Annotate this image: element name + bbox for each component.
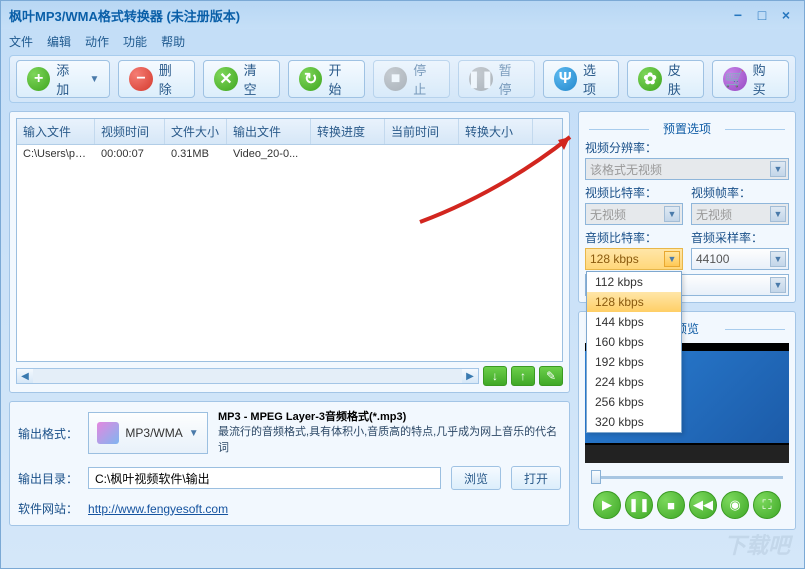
bitrate-option[interactable]: 144 kbps — [587, 312, 681, 332]
format-description: MP3 - MPEG Layer-3音频格式(*.mp3) 最流行的音频格式,具… — [218, 410, 561, 456]
preset-title: 预置选项 — [585, 118, 789, 139]
seek-slider[interactable] — [585, 467, 789, 487]
menu-file[interactable]: 文件 — [9, 33, 33, 50]
output-panel: 输出格式： MP3/WMA ▼ MP3 - MPEG Layer-3音频格式(*… — [9, 401, 570, 526]
music-icon — [97, 422, 119, 444]
chevron-down-icon: ▼ — [189, 428, 199, 439]
chevron-down-icon: ▼ — [770, 206, 786, 222]
video-fps-label: 视频帧率： — [691, 184, 789, 201]
th-time[interactable]: 当前时间 — [385, 119, 459, 144]
preview-bar — [585, 445, 789, 463]
chevron-down-icon: ▼ — [664, 251, 680, 267]
audio-sample-select[interactable]: 44100▼ — [691, 248, 789, 270]
pause-preview-button[interactable]: ❚❚ — [625, 491, 653, 519]
video-res-select: 该格式无视频▼ — [585, 158, 789, 180]
video-bitrate-select: 无视频▼ — [585, 203, 683, 225]
prev-frame-button[interactable]: ◀◀ — [689, 491, 717, 519]
bitrate-option[interactable]: 192 kbps — [587, 352, 681, 372]
file-table-panel: 输入文件 视频时间 文件大小 输出文件 转换进度 当前时间 转换大小 C:\Us… — [9, 111, 570, 393]
scroll-right-icon[interactable]: ▶ — [462, 369, 478, 383]
slider-thumb[interactable] — [591, 470, 601, 484]
bitrate-option[interactable]: 128 kbps — [587, 292, 681, 312]
minimize-button[interactable]: − — [728, 7, 748, 23]
pause-button: ❚❚暂停 — [458, 60, 535, 98]
menu-action[interactable]: 动作 — [85, 33, 109, 50]
play-button[interactable]: ▶ — [593, 491, 621, 519]
th-duration[interactable]: 视频时间 — [95, 119, 165, 144]
delete-button[interactable]: −删除 — [118, 60, 195, 98]
menu-edit[interactable]: 编辑 — [47, 33, 71, 50]
clear-button[interactable]: ✕清空 — [203, 60, 280, 98]
video-res-label: 视频分辨率： — [585, 139, 789, 156]
format-selector[interactable]: MP3/WMA ▼ — [88, 412, 208, 454]
chevron-down-icon: ▼ — [770, 251, 786, 267]
menubar: 文件 编辑 动作 功能 帮助 — [1, 29, 804, 53]
bitrate-option[interactable]: 320 kbps — [587, 412, 681, 432]
stop-preview-button[interactable]: ■ — [657, 491, 685, 519]
chevron-down-icon: ▼ — [664, 206, 680, 222]
preset-panel: 预置选项 视频分辨率： 该格式无视频▼ 视频比特率： 无视频▼ 视频帧率： 无视频▼… — [578, 111, 796, 303]
toolbar: +添加▼ −删除 ✕清空 ↻开始 ■停止 ❚❚暂停 Ψ选项 ✿皮肤 🛒购买 — [9, 55, 796, 103]
plus-icon: + — [27, 67, 50, 91]
options-button[interactable]: Ψ选项 — [543, 60, 620, 98]
cart-icon: 🛒 — [723, 67, 746, 91]
apple-icon: ✿ — [638, 67, 661, 91]
audio-bitrate-select[interactable]: 128 kbps▼ 112 kbps 128 kbps 144 kbps 160… — [585, 248, 683, 270]
maximize-button[interactable]: □ — [752, 7, 772, 23]
menu-help[interactable]: 帮助 — [161, 33, 185, 50]
clear-icon: ✕ — [214, 67, 237, 91]
browse-button[interactable]: 浏览 — [451, 466, 501, 490]
th-input[interactable]: 输入文件 — [17, 119, 95, 144]
edit-button[interactable]: ✎ — [539, 366, 563, 386]
minus-icon: − — [129, 67, 152, 91]
dir-label: 输出目录： — [18, 470, 78, 487]
snapshot-button[interactable]: ◉ — [721, 491, 749, 519]
bitrate-option[interactable]: 256 kbps — [587, 392, 681, 412]
th-convsize[interactable]: 转换大小 — [459, 119, 533, 144]
audio-bitrate-label: 音频比特率： — [585, 229, 683, 246]
audio-sample-label: 音频采样率： — [691, 229, 789, 246]
bitrate-option[interactable]: 112 kbps — [587, 272, 681, 292]
buy-button[interactable]: 🛒购买 — [712, 60, 789, 98]
chevron-down-icon: ▼ — [770, 161, 786, 177]
open-button[interactable]: 打开 — [511, 466, 561, 490]
add-button[interactable]: +添加▼ — [16, 60, 110, 98]
stop-icon: ■ — [384, 67, 407, 91]
refresh-icon: ↻ — [299, 67, 322, 91]
menu-function[interactable]: 功能 — [123, 33, 147, 50]
skin-button[interactable]: ✿皮肤 — [627, 60, 704, 98]
move-down-button[interactable]: ↓ — [483, 366, 507, 386]
format-label: 输出格式： — [18, 425, 78, 442]
th-output[interactable]: 输出文件 — [227, 119, 311, 144]
bitrate-option[interactable]: 224 kbps — [587, 372, 681, 392]
start-button[interactable]: ↻开始 — [288, 60, 365, 98]
th-size[interactable]: 文件大小 — [165, 119, 227, 144]
app-title: 枫叶MP3/WMA格式转换器 (未注册版本) — [9, 6, 240, 25]
site-label: 软件网站： — [18, 500, 78, 517]
video-fps-select: 无视频▼ — [691, 203, 789, 225]
file-table[interactable]: 输入文件 视频时间 文件大小 输出文件 转换进度 当前时间 转换大小 C:\Us… — [16, 118, 563, 362]
table-row[interactable]: C:\Users\pc\... 00:00:07 0.31MB Video_20… — [17, 145, 562, 163]
close-button[interactable]: × — [776, 7, 796, 23]
titlebar: 枫叶MP3/WMA格式转换器 (未注册版本) − □ × — [1, 1, 804, 29]
watermark: 下载吧 — [724, 528, 790, 560]
stop-button: ■停止 — [373, 60, 450, 98]
video-bitrate-label: 视频比特率： — [585, 184, 683, 201]
chevron-down-icon: ▼ — [770, 277, 786, 293]
scroll-left-icon[interactable]: ◀ — [17, 369, 33, 383]
pause-icon: ❚❚ — [469, 67, 493, 91]
output-dir-input[interactable] — [88, 467, 441, 489]
chevron-down-icon: ▼ — [89, 74, 99, 85]
bitrate-option[interactable]: 160 kbps — [587, 332, 681, 352]
hscrollbar[interactable]: ◀ ▶ — [16, 368, 479, 384]
fork-icon: Ψ — [554, 67, 577, 91]
audio-bitrate-dropdown[interactable]: 112 kbps 128 kbps 144 kbps 160 kbps 192 … — [586, 271, 682, 433]
website-link[interactable]: http://www.fengyesoft.com — [88, 502, 228, 516]
th-progress[interactable]: 转换进度 — [311, 119, 385, 144]
fullscreen-button[interactable]: ⛶ — [753, 491, 781, 519]
move-up-button[interactable]: ↑ — [511, 366, 535, 386]
